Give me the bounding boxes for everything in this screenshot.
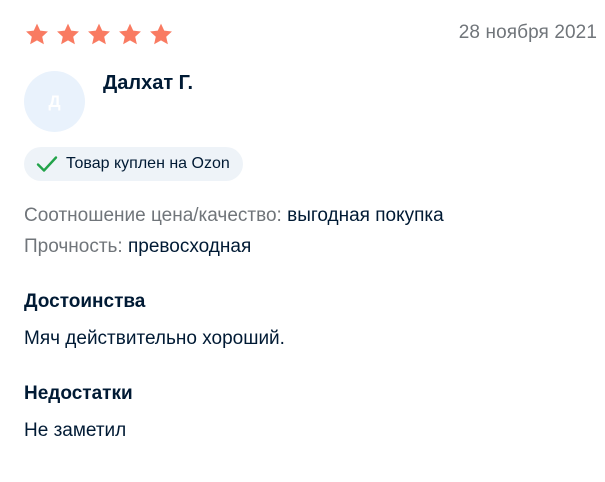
star-icon (57, 23, 79, 45)
review-card: 28 ноября 2021 Д Далхат Г. Товар куплен … (0, 0, 605, 482)
pros-text: Мяч действительно хороший. (24, 328, 285, 349)
avatar[interactable]: Д (24, 71, 85, 132)
review-date: 28 ноября 2021 (458, 22, 597, 43)
attribute-key: Прочность: (24, 236, 123, 257)
star-icon (150, 23, 172, 45)
attribute-price-quality: Соотношение цена/качество: выгодная поку… (24, 205, 444, 227)
star-icon (26, 23, 48, 45)
pros-title: Достоинства (24, 291, 146, 312)
star-icon (88, 23, 110, 45)
cons-text: Не заметил (24, 420, 127, 441)
badge-label: Товар куплен на Ozon (66, 155, 230, 172)
attribute-value: превосходная (128, 236, 252, 257)
check-icon (36, 156, 58, 172)
star-icon (119, 23, 141, 45)
attribute-durability: Прочность: превосходная (24, 236, 251, 258)
attribute-key: Соотношение цена/качество: (24, 205, 282, 226)
author-name[interactable]: Далхат Г. (103, 72, 193, 95)
verified-purchase-badge: Товар куплен на Ozon (24, 147, 243, 181)
avatar-initial: Д (48, 91, 61, 111)
cons-title: Недостатки (24, 383, 133, 404)
attribute-value: выгодная покупка (287, 205, 444, 226)
rating-stars (24, 22, 174, 47)
